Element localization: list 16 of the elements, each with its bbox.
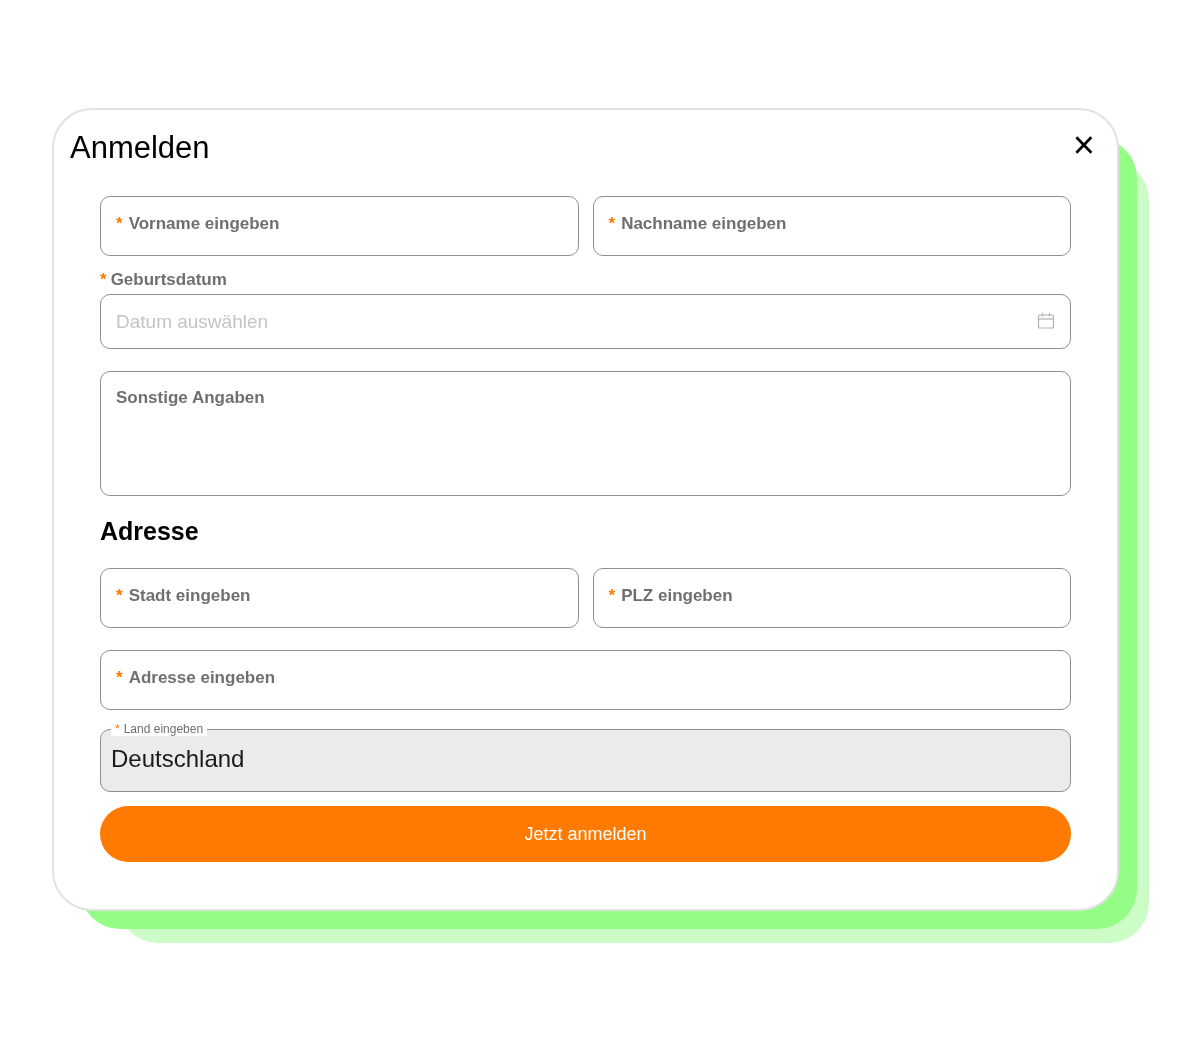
- section-heading: Adresse: [100, 516, 199, 546]
- field-label: * Geburtsdatum: [100, 270, 227, 290]
- text-area[interactable]: Sonstige Angaben: [100, 371, 1071, 496]
- input-field[interactable]: * Nachname eingeben: [592, 196, 1071, 256]
- date-field[interactable]: Datum auswählen: [100, 294, 1071, 349]
- input-field[interactable]: * Adresse eingeben: [100, 650, 1071, 710]
- dialog-title: Anmelden: [70, 129, 210, 167]
- field-value[interactable]: Deutschland: [111, 736, 1060, 777]
- field-label: * Land eingeben: [111, 722, 208, 736]
- input-field[interactable]: * Vorname eingeben: [100, 196, 579, 256]
- calendar-icon[interactable]: [1037, 312, 1055, 330]
- input-field[interactable]: * Stadt eingeben: [100, 568, 579, 628]
- submit-button[interactable]: Jetzt anmelden: [100, 806, 1071, 862]
- close-button[interactable]: ×: [1072, 128, 1095, 162]
- input-field[interactable]: * PLZ eingeben: [592, 568, 1071, 628]
- country-field[interactable]: * Land eingeben Deutschland: [100, 722, 1071, 792]
